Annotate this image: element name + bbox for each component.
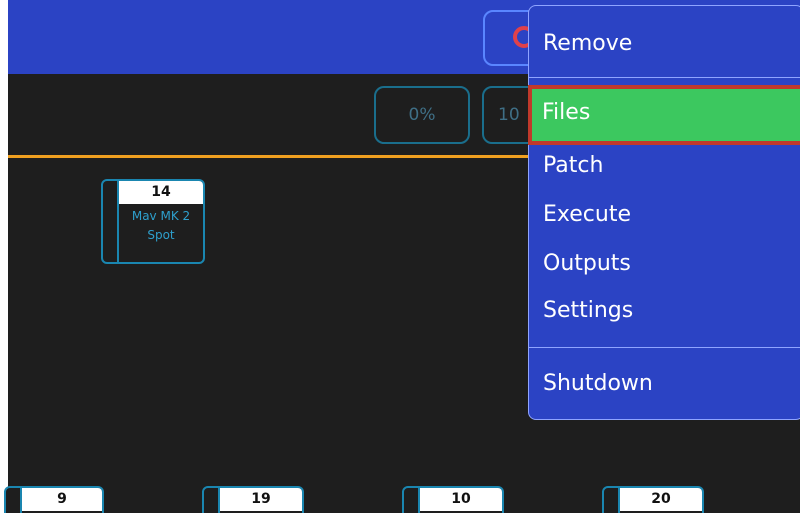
menu-item-execute[interactable]: Execute — [529, 195, 799, 235]
menu-item-outputs[interactable]: Outputs — [529, 244, 799, 284]
fixture-name: Mav MK 2 Spot — [131, 209, 191, 242]
console-screen: 0% 10 14 Mav MK 2 Spot 9 19 10 20 Remove… — [0, 0, 800, 513]
menu-item-settings[interactable]: Settings — [529, 291, 799, 331]
fixture-number: 10 — [420, 488, 502, 511]
fixture-tile-20[interactable]: 20 — [602, 486, 704, 513]
fixture-number: 9 — [22, 488, 102, 511]
fixture-tile-10[interactable]: 10 — [402, 486, 504, 513]
menu-separator — [529, 347, 800, 348]
menu-item-remove[interactable]: Remove — [529, 24, 799, 64]
fixture-tile-14[interactable]: 14 Mav MK 2 Spot — [101, 179, 205, 264]
menu-item-files[interactable]: Files — [528, 85, 800, 145]
menu-separator — [529, 77, 800, 78]
menu-item-patch[interactable]: Patch — [529, 146, 799, 186]
fixture-number: 19 — [220, 488, 302, 511]
fixture-number: 14 — [119, 181, 203, 204]
intensity-0-button[interactable]: 0% — [374, 86, 470, 144]
menu-item-shutdown[interactable]: Shutdown — [529, 364, 799, 404]
left-edge-strip — [0, 0, 8, 513]
fixture-tile-19[interactable]: 19 — [202, 486, 304, 513]
fixture-number: 20 — [620, 488, 702, 511]
main-dropdown-menu: Remove Files Patch Execute Outputs Setti… — [528, 5, 800, 420]
fixture-tile-9[interactable]: 9 — [4, 486, 104, 513]
